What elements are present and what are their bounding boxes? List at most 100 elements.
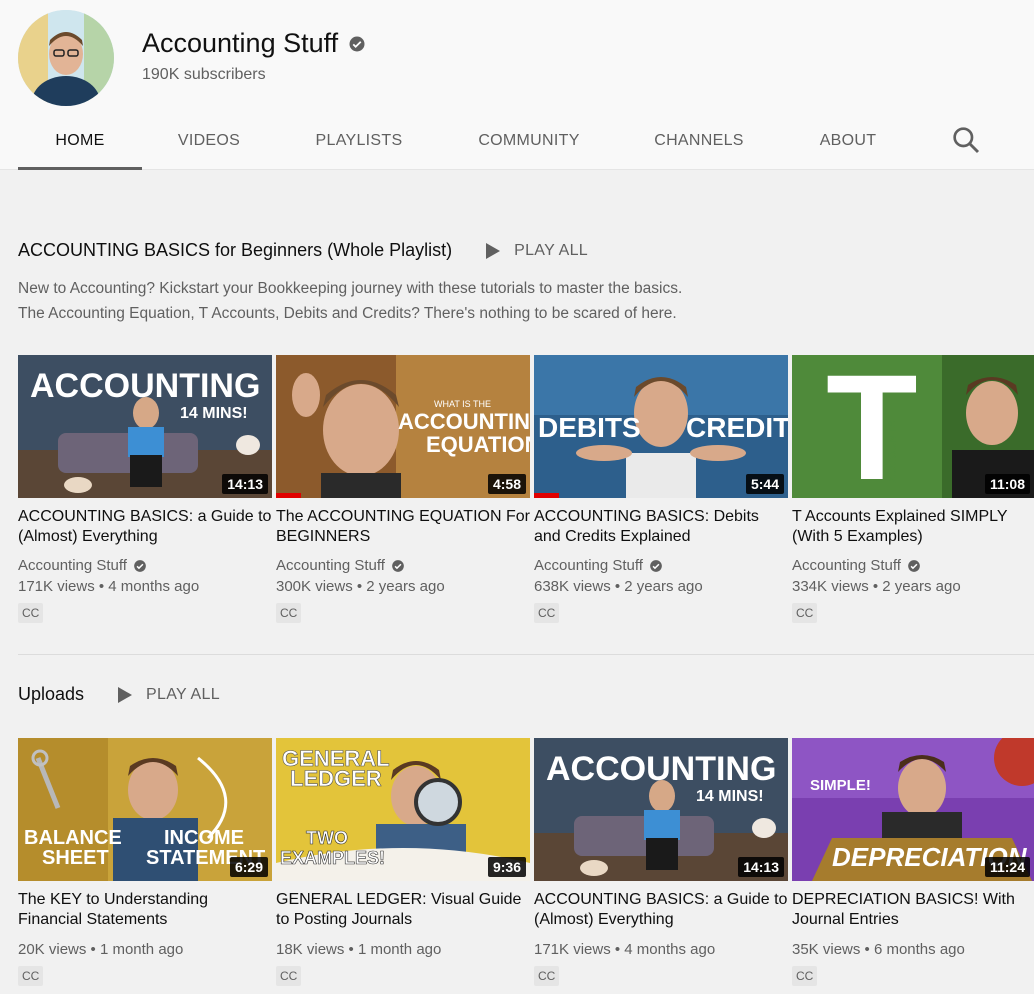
video-thumbnail[interactable]: T ACCOUNTS 11:08 xyxy=(792,355,1034,498)
verified-check-icon xyxy=(392,559,404,572)
thumbnail-smalltext: WHAT IS THE xyxy=(434,399,491,409)
video-channel[interactable]: Accounting Stuff xyxy=(276,557,530,574)
watch-progress-bar xyxy=(276,493,302,498)
channel-tabs: HOME VIDEOS PLAYLISTS COMMUNITY CHANNELS… xyxy=(18,112,914,170)
thumbnail-subtext: 14 MINS! xyxy=(696,788,764,805)
video-card[interactable]: ACCOUNTING 14 MINS! 14:13 ACCOUNTING BAS… xyxy=(18,355,272,623)
video-channel[interactable]: Accounting Stuff xyxy=(18,557,272,574)
shelf-description-line: The Accounting Equation, T Accounts, Deb… xyxy=(18,305,677,322)
play-all-button[interactable]: PLAY ALL xyxy=(486,242,588,260)
video-channel[interactable]: Accounting Stuff xyxy=(792,557,1034,574)
verified-check-icon xyxy=(349,36,365,51)
channel-link[interactable]: Accounting Stuff xyxy=(276,557,385,574)
search-icon[interactable] xyxy=(950,124,982,156)
play-all-button[interactable]: PLAY ALL xyxy=(118,686,220,704)
cc-badge: CC xyxy=(534,603,560,623)
cc-badge: CC xyxy=(276,603,302,623)
thumbnail-text: ACCOUNTING xyxy=(546,750,776,788)
duration-badge: 14:13 xyxy=(222,474,268,494)
video-thumbnail[interactable]: DEBITS CREDITS 5:44 xyxy=(534,355,788,498)
subscriber-count: 190K subscribers xyxy=(142,66,266,83)
thumbnail-subtext: 14 MINS! xyxy=(180,405,248,422)
video-card[interactable]: ACCOUNTING 14 MINS! 14:13 ACCOUNTING BAS… xyxy=(534,738,788,986)
tab-channels[interactable]: CHANNELS xyxy=(616,112,782,170)
thumbnail-subtext: INCOME xyxy=(164,827,244,849)
video-thumbnail[interactable]: ACCOUNTING 14 MINS! 14:13 xyxy=(534,738,788,881)
thumbnail-subtext: EXAMPLES! xyxy=(280,848,385,868)
duration-badge: 9:36 xyxy=(487,857,526,877)
video-thumbnail[interactable]: WHAT IS THE ACCOUNTING EQUATION? 4:58 xyxy=(276,355,530,498)
video-card[interactable]: DEBITS CREDITS 5:44 ACCOUNTING BASICS: D… xyxy=(534,355,788,623)
video-card[interactable]: GENERAL LEDGER TWO EXAMPLES! 9:36 GENERA… xyxy=(276,738,530,986)
video-thumbnail[interactable]: SIMPLE! DEPRECIATION 11:24 xyxy=(792,738,1034,881)
video-thumbnail[interactable]: BALANCE SHEET INCOME STATEMENT 6:29 xyxy=(18,738,272,881)
shelf-description: New to Accounting? Kickstart your Bookke… xyxy=(18,276,778,326)
video-meta: 171K views • 4 months ago xyxy=(534,941,716,958)
thumbnail-text: T xyxy=(826,355,918,498)
channel-header: Accounting Stuff 190K subscribers HOME V… xyxy=(0,0,1034,170)
shelf-title[interactable]: Uploads xyxy=(18,684,84,705)
watch-progress-bar xyxy=(534,493,560,498)
channel-link[interactable]: Accounting Stuff xyxy=(792,557,901,574)
play-icon xyxy=(118,686,133,703)
video-title[interactable]: DEPRECIATION BASICS! With Journal Entrie… xyxy=(792,890,1034,930)
video-meta: 300K views • 2 years ago xyxy=(276,578,445,595)
channel-link[interactable]: Accounting Stuff xyxy=(18,557,127,574)
duration-badge: 11:08 xyxy=(984,474,1030,494)
video-title[interactable]: The KEY to Understanding Financial State… xyxy=(18,890,272,930)
video-thumbnail[interactable]: GENERAL LEDGER TWO EXAMPLES! 9:36 xyxy=(276,738,530,881)
video-card[interactable]: WHAT IS THE ACCOUNTING EQUATION? 4:58 Th… xyxy=(276,355,530,623)
thumbnail-text: ACCOUNTING xyxy=(398,409,530,434)
tab-about[interactable]: ABOUT xyxy=(782,112,914,170)
play-all-label: PLAY ALL xyxy=(514,241,588,259)
cc-badge: CC xyxy=(534,966,560,986)
thumbnail-subtext: EQUATION? xyxy=(426,432,530,457)
duration-badge: 14:13 xyxy=(738,857,784,877)
channel-link[interactable]: Accounting Stuff xyxy=(534,557,643,574)
playlist-shelf-header: ACCOUNTING BASICS for Beginners (Whole P… xyxy=(18,240,588,261)
thumbnail-text: DEBITS xyxy=(538,412,641,443)
thumbnail-subtext: SIMPLE! xyxy=(810,777,871,794)
cc-badge: CC xyxy=(792,603,818,623)
thumbnail-text: SHEET xyxy=(42,847,109,869)
play-icon xyxy=(486,242,501,259)
channel-avatar[interactable] xyxy=(18,10,114,106)
video-card[interactable]: T ACCOUNTS 11:08 T Accounts Explained SI… xyxy=(792,355,1034,623)
thumbnail-subtext: CREDITS xyxy=(686,412,788,443)
avatar-image xyxy=(18,10,114,106)
video-title[interactable]: ACCOUNTING BASICS: Debits and Credits Ex… xyxy=(534,507,788,547)
video-title[interactable]: GENERAL LEDGER: Visual Guide to Posting … xyxy=(276,890,530,930)
thumbnail-subtext: TWO xyxy=(306,828,348,848)
section-divider xyxy=(18,654,1034,655)
channel-name: Accounting Stuff xyxy=(142,28,339,58)
thumbnail-text: LEDGER xyxy=(290,766,382,791)
cc-badge: CC xyxy=(18,603,44,623)
video-channel[interactable]: Accounting Stuff xyxy=(534,557,788,574)
video-title[interactable]: The ACCOUNTING EQUATION For BEGINNERS xyxy=(276,507,530,547)
video-meta: 35K views • 6 months ago xyxy=(792,941,965,958)
video-card[interactable]: BALANCE SHEET INCOME STATEMENT 6:29 The … xyxy=(18,738,272,986)
video-meta: 18K views • 1 month ago xyxy=(276,941,442,958)
tab-home[interactable]: HOME xyxy=(18,112,142,170)
duration-badge: 4:58 xyxy=(487,474,526,494)
cc-badge: CC xyxy=(792,966,818,986)
video-title[interactable]: T Accounts Explained SIMPLY (With 5 Exam… xyxy=(792,507,1034,547)
thumbnail-text: BALANCE xyxy=(24,827,122,849)
thumbnail-subtext: ACCOUNTS xyxy=(887,421,899,483)
video-meta: 334K views • 2 years ago xyxy=(792,578,961,595)
tab-community[interactable]: COMMUNITY xyxy=(442,112,616,170)
duration-badge: 11:24 xyxy=(984,857,1030,877)
tab-videos[interactable]: VIDEOS xyxy=(142,112,276,170)
verified-check-icon xyxy=(134,559,146,572)
play-all-label: PLAY ALL xyxy=(146,685,220,703)
video-thumbnail[interactable]: ACCOUNTING 14 MINS! 14:13 xyxy=(18,355,272,498)
video-card[interactable]: SIMPLE! DEPRECIATION 11:24 DEPRECIATION … xyxy=(792,738,1034,986)
video-meta: 171K views • 4 months ago xyxy=(18,578,200,595)
video-title[interactable]: ACCOUNTING BASICS: a Guide to (Almost) E… xyxy=(534,890,788,930)
tab-playlists[interactable]: PLAYLISTS xyxy=(276,112,442,170)
cc-badge: CC xyxy=(18,966,44,986)
shelf-title[interactable]: ACCOUNTING BASICS for Beginners (Whole P… xyxy=(18,240,452,261)
video-title[interactable]: ACCOUNTING BASICS: a Guide to (Almost) E… xyxy=(18,507,272,547)
shelf-description-line: New to Accounting? Kickstart your Bookke… xyxy=(18,280,683,297)
uploads-shelf-header: Uploads PLAY ALL xyxy=(18,684,220,705)
